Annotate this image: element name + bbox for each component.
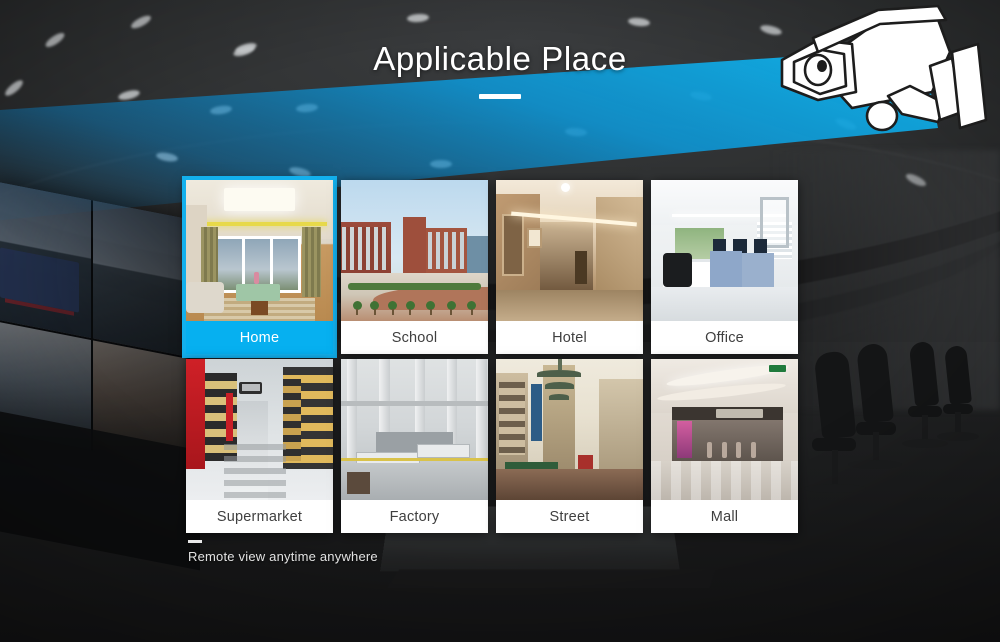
place-label-street[interactable]: Street	[496, 500, 643, 533]
place-thumbnail-home	[186, 180, 333, 321]
footer: Remote view anytime anywhere	[188, 540, 378, 564]
page-title: Applicable Place	[373, 40, 627, 77]
place-label-supermarket[interactable]: Supermarket	[186, 500, 333, 533]
place-thumbnail-factory	[341, 359, 488, 500]
place-card-school[interactable]: School	[341, 180, 488, 354]
place-label-mall[interactable]: Mall	[651, 500, 798, 533]
place-label-school[interactable]: School	[341, 321, 488, 354]
office-scene	[651, 180, 798, 321]
place-thumbnail-office	[651, 180, 798, 321]
place-label-home[interactable]: Home	[186, 321, 333, 354]
place-label-factory[interactable]: Factory	[341, 500, 488, 533]
place-label-hotel[interactable]: Hotel	[496, 321, 643, 354]
place-thumbnail-school	[341, 180, 488, 321]
place-thumbnail-supermarket	[186, 359, 333, 500]
place-card-factory[interactable]: Factory	[341, 359, 488, 533]
living-room-scene	[186, 180, 333, 321]
applicable-place-banner: Applicable Place Home School Hotel Offic…	[0, 0, 1000, 642]
title-underline	[479, 94, 521, 99]
place-card-mall[interactable]: Mall	[651, 359, 798, 533]
mall-scene	[651, 359, 798, 500]
street-scene	[496, 359, 643, 500]
applicable-place-grid: Home School Hotel Office Supermarket Fac…	[186, 180, 800, 533]
supermarket-aisle-scene	[186, 359, 333, 500]
place-thumbnail-mall	[651, 359, 798, 500]
header: Applicable Place	[0, 40, 1000, 99]
place-card-hotel[interactable]: Hotel	[496, 180, 643, 354]
campus-scene	[341, 180, 488, 321]
factory-floor-scene	[341, 359, 488, 500]
place-thumbnail-hotel	[496, 180, 643, 321]
footer-dash	[188, 540, 202, 543]
place-card-home[interactable]: Home	[186, 180, 333, 354]
place-label-office[interactable]: Office	[651, 321, 798, 354]
hotel-corridor-scene	[496, 180, 643, 321]
place-card-office[interactable]: Office	[651, 180, 798, 354]
place-card-supermarket[interactable]: Supermarket	[186, 359, 333, 533]
place-thumbnail-street	[496, 359, 643, 500]
place-card-street[interactable]: Street	[496, 359, 643, 533]
footer-tagline: Remote view anytime anywhere	[188, 549, 378, 564]
